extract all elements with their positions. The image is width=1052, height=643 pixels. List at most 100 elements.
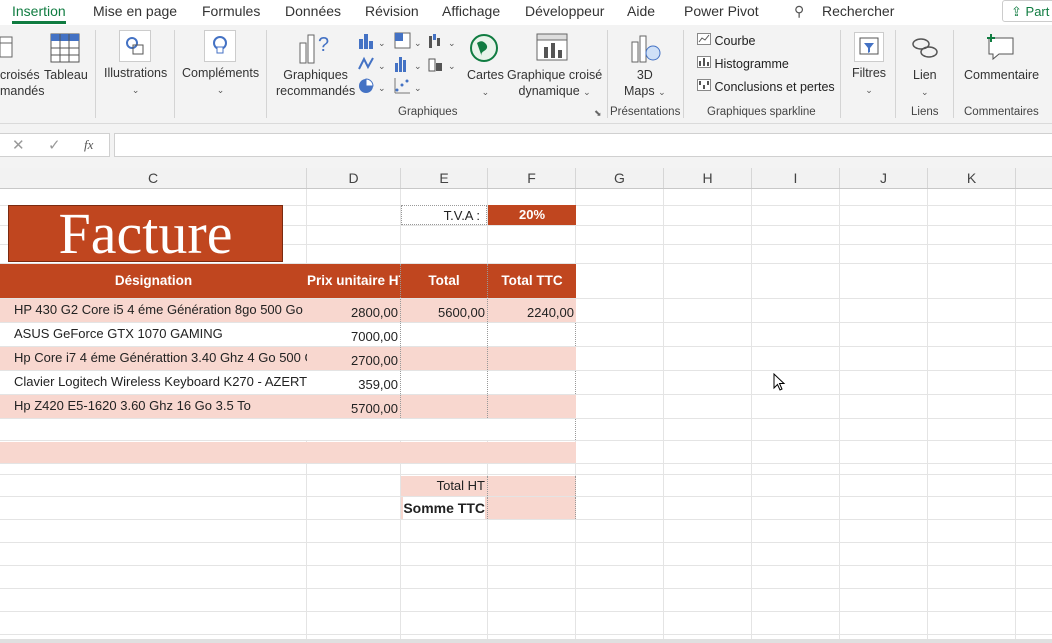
total-ht-value[interactable] (488, 476, 576, 496)
table-row-total[interactable] (401, 395, 488, 418)
pivot-label-1: croisés (0, 68, 40, 82)
filters-button[interactable]: Filtres ⌄ (852, 65, 886, 98)
table-row-designation[interactable]: Clavier Logitech Wireless Keyboard K270 … (0, 371, 307, 394)
addins-button[interactable]: Compléments ⌄ (182, 65, 259, 98)
share-button[interactable]: ⇪ Part (1002, 0, 1052, 22)
column-header-d[interactable]: D (307, 168, 401, 188)
sparkline-winloss-button[interactable]: Conclusions et pertes (697, 79, 835, 94)
dialog-launcher-icon[interactable]: ⬊ (594, 108, 602, 119)
table-row-designation[interactable]: HP 430 G2 Core i5 4 éme Génération 8go 5… (0, 299, 307, 322)
table-row-ttc[interactable]: 2240,00 (488, 299, 576, 322)
table-row-prix[interactable]: 2700,00 (307, 347, 401, 370)
illustrations-button[interactable]: Illustrations ⌄ (104, 65, 167, 98)
table-row-designation[interactable]: Hp Z420 E5-1620 3.60 Ghz 16 Go 3.5 To (0, 395, 307, 418)
function-icon[interactable]: fx (84, 137, 93, 153)
table-row-prix[interactable]: 7000,00 (307, 323, 401, 346)
table-row-prix[interactable]: 359,00 (307, 371, 401, 394)
tab-power-pivot[interactable]: Power Pivot (684, 3, 759, 19)
header-designation[interactable]: Désignation (0, 264, 307, 298)
table-icon[interactable] (50, 33, 80, 66)
3d-maps-icon[interactable] (630, 32, 662, 67)
sparkline-column-label: Histogramme (714, 57, 789, 71)
cancel-icon[interactable]: ✕ (12, 136, 25, 154)
gridline (0, 634, 1052, 635)
table-row-ttc[interactable] (488, 371, 576, 394)
tab-donnees[interactable]: Données (285, 3, 341, 19)
share-icon: ⇪ (1011, 4, 1022, 19)
addins-icon[interactable] (204, 30, 236, 62)
table-row-empty[interactable] (0, 442, 576, 463)
table-row-empty[interactable] (0, 419, 576, 440)
tab-aide[interactable]: Aide (627, 3, 655, 19)
tab-formules[interactable]: Formules (202, 3, 260, 19)
table-row-total[interactable] (401, 371, 488, 394)
column-header-h[interactable]: H (664, 168, 752, 188)
pivot-table-button[interactable]: croisés mandés (0, 67, 44, 99)
table-row-ttc[interactable] (488, 323, 576, 346)
table-row-designation[interactable]: Hp Core i7 4 éme Générattion 3.40 Ghz 4 … (0, 347, 307, 370)
link-icon[interactable] (910, 35, 940, 64)
header-total-ttc[interactable]: Total TTC (488, 264, 576, 298)
table-row-designation[interactable]: ASUS GeForce GTX 1070 GAMING (0, 323, 307, 346)
table-row-total[interactable] (401, 347, 488, 370)
separator (683, 30, 684, 118)
search-icon[interactable]: ⚲ (794, 3, 804, 20)
combo-chart-icon[interactable]: ⌄ (428, 55, 458, 76)
tab-revision[interactable]: Révision (365, 3, 419, 19)
column-header-f[interactable]: F (488, 168, 576, 188)
line-chart-icon[interactable]: ⌄ (358, 55, 388, 76)
maps-globe-icon[interactable] (469, 33, 499, 66)
search-box[interactable]: Rechercher (822, 3, 894, 19)
maps-button[interactable]: Cartes ⌄ (467, 67, 504, 100)
sparkline-column-button[interactable]: Histogramme (697, 56, 789, 71)
waterfall-chart-icon[interactable]: ⌄ (428, 32, 458, 53)
filters-icon[interactable] (854, 32, 884, 62)
header-total[interactable]: Total (401, 264, 488, 298)
column-chart-icon[interactable]: ⌄ (358, 32, 388, 53)
tab-affichage[interactable]: Affichage (442, 3, 500, 19)
column-header-k[interactable]: K (928, 168, 1016, 188)
scatter-chart-icon[interactable]: ⌄ (394, 77, 424, 98)
tva-value-cell[interactable]: 20% (488, 205, 576, 225)
formula-input[interactable] (114, 133, 1052, 157)
hierarchy-chart-icon[interactable]: ⌄ (394, 32, 424, 53)
column-header-i[interactable]: I (752, 168, 840, 188)
comment-button[interactable]: Commentaire (964, 67, 1039, 83)
column-header-g[interactable]: G (576, 168, 664, 188)
pie-chart-icon[interactable]: ⌄ (358, 77, 388, 98)
table-row-prix[interactable]: 5700,00 (307, 395, 401, 418)
ribbon: croisés mandés Tableau Illustrations ⌄ Co… (0, 25, 1052, 124)
column-header-e[interactable]: E (401, 168, 488, 188)
separator (953, 30, 954, 118)
sparkline-line-button[interactable]: Courbe (697, 33, 755, 48)
table-row-ttc[interactable] (488, 347, 576, 370)
tab-mise-en-page[interactable]: Mise en page (93, 3, 177, 19)
tab-developpeur[interactable]: Développeur (525, 3, 604, 19)
pivot-chart-icon[interactable] (536, 33, 570, 66)
comment-icon[interactable] (985, 32, 1017, 65)
table-row-prix[interactable]: 2800,00 (307, 299, 401, 322)
pivot-chart-button[interactable]: Graphique croisé dynamique ⌄ (507, 67, 602, 100)
table-row-ttc[interactable] (488, 395, 576, 418)
table-button[interactable]: Tableau (44, 67, 88, 83)
link-button[interactable]: Lien ⌄ (913, 67, 937, 100)
gridline (927, 189, 928, 639)
gridline (0, 542, 1052, 543)
table-row-total[interactable]: 5600,00 (401, 299, 488, 322)
recommended-charts-icon[interactable]: ? (298, 31, 332, 68)
column-header-j[interactable]: J (840, 168, 928, 188)
column-header-c[interactable]: C (0, 168, 307, 188)
statistic-chart-icon[interactable]: ⌄ (394, 55, 424, 76)
somme-ttc-value[interactable] (488, 497, 576, 519)
header-prix-unitaire[interactable]: Prix unitaire HT (307, 264, 401, 298)
total-ht-label: Total HT (401, 476, 488, 496)
worksheet-grid[interactable]: Facture T.V.A : 20% Désignation Prix uni… (0, 189, 1052, 639)
3d-maps-button[interactable]: 3D Maps ⌄ (624, 67, 666, 100)
illustrations-icon[interactable] (119, 30, 151, 62)
confirm-icon[interactable]: ✓ (48, 136, 61, 154)
tab-insertion[interactable]: Insertion (12, 3, 66, 24)
recommended-charts-button[interactable]: Graphiques recommandés (276, 67, 355, 99)
horizontal-scrollbar[interactable] (0, 639, 1052, 643)
table-row-total[interactable] (401, 323, 488, 346)
pivot-table-icon[interactable] (0, 33, 14, 59)
